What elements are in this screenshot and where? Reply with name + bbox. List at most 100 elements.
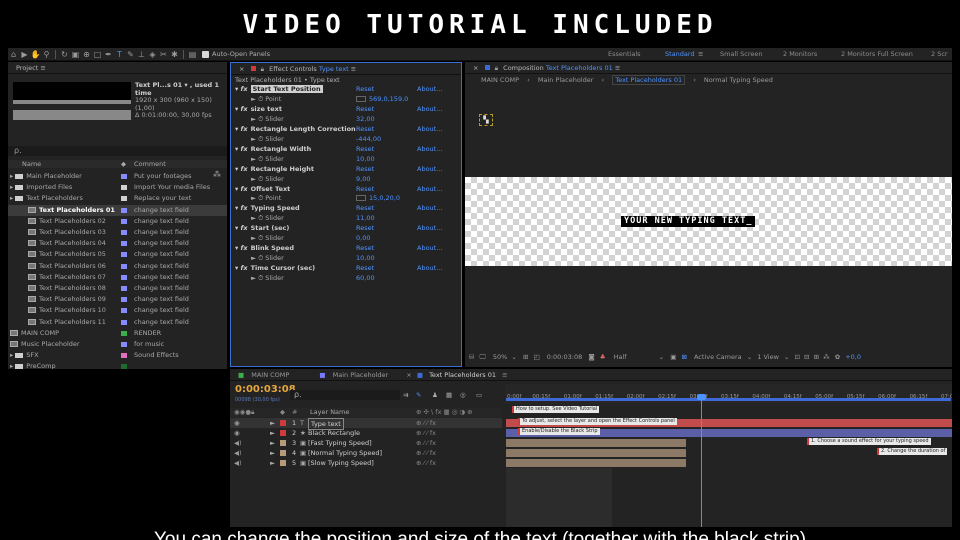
effect-property-row[interactable]: ► ⏱ Slider 32,00 — [231, 115, 461, 125]
disclosure-triangle-icon[interactable]: ▾ — [235, 224, 241, 232]
panel-menu-icon[interactable]: ≡ — [502, 371, 507, 379]
reset-link[interactable]: Reset — [356, 165, 374, 175]
project-item[interactable]: ▸ Text Placeholders Replace your text — [8, 193, 227, 204]
layer-switches[interactable]: ⊕ ⁄ ⁄ fx — [416, 438, 436, 448]
fx-icon[interactable]: fx — [241, 125, 248, 133]
snapping-icon[interactable]: ▤ — [187, 50, 198, 59]
disclosure-triangle-icon[interactable]: ▸ — [10, 172, 13, 180]
close-icon[interactable]: × — [473, 64, 478, 72]
composition-title[interactable]: Composition — [503, 64, 544, 72]
timeline-search-input[interactable]: ρ. — [290, 390, 400, 400]
comp-mini-flowchart-icon[interactable]: ⇉ — [403, 391, 408, 399]
crumb-normal-speed[interactable]: Normal Typing Speed — [704, 76, 773, 84]
project-item[interactable]: Text Placeholders 02 change text field — [8, 216, 227, 227]
pen-tool-icon[interactable]: ✒ — [103, 50, 114, 59]
null-object-icon[interactable]: ▚ — [479, 114, 493, 126]
region-icon[interactable]: ▣ — [670, 353, 676, 361]
label-color-swatch[interactable] — [121, 297, 127, 303]
camera-dropdown[interactable]: Active Camera — [694, 353, 742, 361]
rectangle-tool-icon[interactable]: □ — [92, 50, 103, 59]
effect-row[interactable]: ▾ fx Typing Speed Reset About... — [231, 204, 461, 214]
about-link[interactable]: About... — [417, 224, 442, 234]
fx-icon[interactable]: fx — [241, 204, 248, 212]
stopwatch-icon[interactable]: ► ⏱ — [251, 95, 265, 103]
effect-property-row[interactable]: ► ⏱ Point 15,0,20,0 — [231, 194, 461, 204]
layer-switches[interactable]: ⊕ ⁄ ⁄ fx — [416, 458, 436, 468]
disclosure-triangle-icon[interactable]: ▾ — [235, 244, 241, 252]
stopwatch-icon[interactable]: ► ⏱ — [251, 214, 265, 222]
disclosure-triangle-icon[interactable]: ▾ — [235, 165, 241, 173]
effect-property-row[interactable]: ► ⏱ Point 569,0,159,0 — [231, 95, 461, 105]
stopwatch-icon[interactable]: ► ⏱ — [251, 254, 265, 262]
reset-link[interactable]: Reset — [356, 204, 374, 214]
crosshair-icon[interactable] — [356, 95, 366, 102]
color-icon[interactable]: ♣ — [600, 353, 606, 361]
auto-open-panels[interactable]: Auto-Open Panels — [202, 50, 270, 58]
flowchart-icon[interactable]: ⁂ — [823, 353, 830, 361]
layer-name[interactable]: [Fast Typing Speed] — [308, 438, 372, 448]
layer-row[interactable]: ◀) ► 4 ▣ [Normal Typing Speed] ⊕ ⁄ ⁄ fx — [230, 448, 502, 458]
exposure-icon[interactable]: ✿ — [835, 353, 840, 361]
label-color-swatch[interactable] — [280, 420, 286, 426]
fx-icon[interactable]: fx — [241, 145, 248, 153]
crumb-current[interactable]: Text Placeholders 01 — [612, 75, 686, 85]
label-color-swatch[interactable] — [121, 185, 127, 191]
camera-tool-icon[interactable]: ▣ — [70, 50, 81, 59]
project-item[interactable]: Text Placeholders 01 change text field — [8, 204, 227, 216]
stopwatch-icon[interactable]: ► ⏱ — [251, 234, 265, 242]
effect-property-row[interactable]: ► ⏱ Slider 11,00 — [231, 214, 461, 224]
label-color-swatch[interactable] — [121, 218, 127, 224]
type-tool-icon[interactable]: T — [114, 50, 125, 59]
project-item[interactable]: Text Placeholders 08 change text field — [8, 283, 227, 294]
effect-property-row[interactable]: ► ⏱ Slider 9,00 — [231, 175, 461, 185]
fx-icon[interactable]: fx — [241, 224, 248, 232]
comment-marker[interactable]: To adjust, select the layer and open the… — [518, 417, 677, 425]
graph-editor-icon[interactable]: ▭ — [476, 391, 482, 399]
label-color-swatch[interactable] — [121, 342, 127, 347]
eye-icon[interactable]: ◉ — [234, 428, 240, 438]
project-item[interactable]: Text Placeholders 03 change text field — [8, 227, 227, 238]
layer-row[interactable]: ◀) ► 5 ▣ [Slow Typing Speed] ⊕ ⁄ ⁄ fx — [230, 458, 502, 468]
disclosure-triangle-icon[interactable]: ▸ — [10, 194, 13, 202]
project-item[interactable]: Text Placeholders 07 change text field — [8, 272, 227, 283]
reset-link[interactable]: Reset — [356, 185, 374, 195]
col-layer-name[interactable]: Layer Name — [310, 408, 349, 417]
zoom-tool-icon[interactable]: ⚲ — [41, 50, 52, 59]
stamp-tool-icon[interactable]: ⊥ — [136, 50, 147, 59]
comment-marker[interactable]: 2. Change the duration of — [877, 447, 948, 455]
disclosure-triangle-icon[interactable]: ▾ — [235, 204, 241, 212]
draft-3d-icon[interactable]: ✎ — [416, 391, 421, 399]
comment-marker[interactable]: How to setup. See Video Tutorial — [512, 406, 600, 413]
disclosure-triangle-icon[interactable]: ► — [270, 458, 275, 468]
chevron-down-icon[interactable]: ⌄ — [511, 353, 516, 361]
fx-icon[interactable]: fx — [241, 85, 248, 93]
property-value[interactable]: 60,00 — [356, 274, 375, 284]
workspace-2-screen[interactable]: 2 Scr — [931, 48, 948, 60]
property-value[interactable]: 15,0,20,0 — [356, 194, 400, 204]
layer-row[interactable]: ◀) ► 3 ▣ [Fast Typing Speed] ⊕ ⁄ ⁄ fx — [230, 438, 502, 448]
workspace-small-screen[interactable]: Small Screen — [720, 48, 762, 60]
disclosure-triangle-icon[interactable]: ▾ — [235, 125, 241, 133]
label-color-swatch[interactable] — [121, 196, 127, 202]
tab-main-comp[interactable]: MAIN COMP — [251, 371, 289, 379]
reset-link[interactable]: Reset — [356, 85, 374, 95]
effect-row[interactable]: ▾ fx Start (sec) Reset About... — [231, 224, 461, 234]
project-item[interactable]: Text Placeholders 05 change text field — [8, 249, 227, 260]
effect-property-row[interactable]: ► ⏱ Slider 60,00 — [231, 274, 461, 284]
effect-row[interactable]: ▾ fx Start Text Position Reset About... — [231, 85, 461, 95]
fast-preview-icon[interactable]: ⊟ — [804, 353, 809, 361]
puppet-tool-icon[interactable]: ✱ — [169, 50, 180, 59]
comment-marker[interactable]: Enable/Disable the Black Strip — [518, 427, 600, 435]
typing-text-preview[interactable]: YOUR NEW TYPING TEXT_ — [621, 216, 756, 227]
lock-icon[interactable]: 🔒︎ — [261, 65, 264, 73]
always-preview-icon[interactable]: ⛁ — [469, 353, 474, 361]
about-link[interactable]: About... — [417, 85, 442, 95]
fx-icon[interactable]: fx — [241, 165, 248, 173]
effect-row[interactable]: ▾ fx Rectangle Width Reset About... — [231, 145, 461, 155]
layer-name[interactable]: Black Rectangle — [308, 428, 360, 438]
stopwatch-icon[interactable]: ► ⏱ — [251, 135, 265, 143]
disclosure-triangle-icon[interactable]: ▸ — [10, 362, 13, 369]
layer-duration-bar[interactable] — [506, 449, 686, 457]
project-item[interactable]: Text Placeholders 10 change text field — [8, 305, 227, 316]
flowchart-icon[interactable]: ⁂ — [213, 170, 221, 179]
